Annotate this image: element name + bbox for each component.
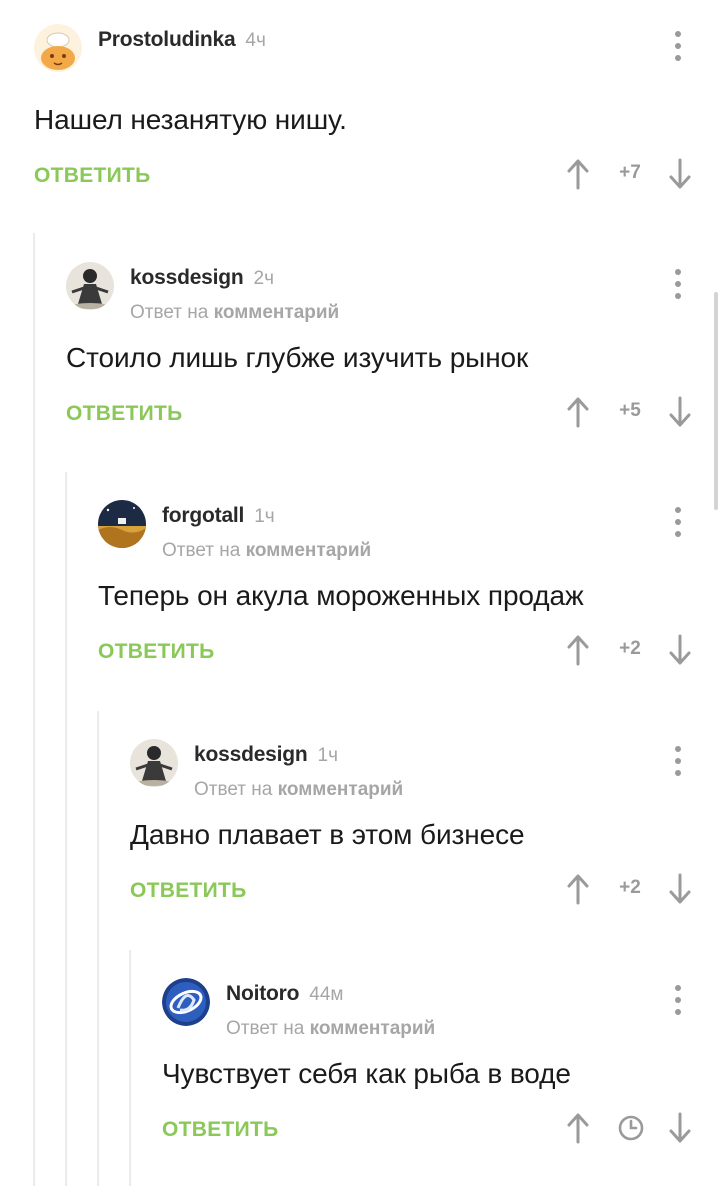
- reply-button[interactable]: ОТВЕТИТЬ: [130, 879, 247, 903]
- reply-to-info: Ответ на комментарий: [226, 1018, 436, 1039]
- thread-line-level-4: [129, 950, 131, 1186]
- comment: forgotall 1ч Ответ на комментарий Теперь …: [98, 500, 720, 680]
- author-name[interactable]: Noitoro 44м: [226, 982, 343, 1006]
- reply-button[interactable]: ОТВЕТИТЬ: [98, 640, 215, 664]
- landscape-avatar-icon: [98, 500, 146, 548]
- comment: kossdesign 1ч Ответ на комментарий Давно …: [130, 739, 720, 919]
- reply-button[interactable]: ОТВЕТИТЬ: [66, 402, 183, 426]
- upvote-arrow-icon[interactable]: [564, 1108, 592, 1148]
- vote-controls: +2: [564, 869, 694, 909]
- figure-avatar-icon: [66, 262, 114, 310]
- comment-time: 1ч: [254, 506, 275, 527]
- thread-line-level-1: [33, 233, 35, 1186]
- scrollbar[interactable]: [714, 292, 718, 510]
- vote-controls: [564, 1108, 694, 1148]
- author-name[interactable]: Prostoludinka 4ч: [98, 28, 266, 52]
- avatar[interactable]: [98, 500, 146, 548]
- comment-text: Чувствует себя как рыба в воде: [162, 1058, 571, 1089]
- more-options-icon[interactable]: [666, 743, 690, 779]
- more-options-icon[interactable]: [666, 982, 690, 1018]
- rating-score: +7: [619, 162, 641, 183]
- comment-time: 44м: [309, 984, 344, 1005]
- downvote-arrow-icon[interactable]: [666, 154, 694, 194]
- comment-text: Нашел незанятую нишу.: [34, 104, 347, 135]
- author-name[interactable]: kossdesign 1ч: [194, 743, 338, 767]
- comment: Prostoludinka 4ч Нашел незанятую нишу. ОТ…: [34, 24, 720, 204]
- reply-to-info: Ответ на комментарий: [130, 302, 340, 323]
- downvote-arrow-icon[interactable]: [666, 1108, 694, 1148]
- clock-icon: [618, 1115, 644, 1141]
- figure-avatar-icon: [130, 739, 178, 787]
- more-options-icon[interactable]: [666, 28, 690, 64]
- upvote-arrow-icon[interactable]: [564, 869, 592, 909]
- downvote-arrow-icon[interactable]: [666, 869, 694, 909]
- vote-controls: +2: [564, 630, 694, 670]
- comment-text: Давно плавает в этом бизнесе: [130, 819, 525, 850]
- comment-text: Теперь он акула мороженных продаж: [98, 580, 584, 611]
- reply-to-info: Ответ на комментарий: [194, 779, 404, 800]
- comment: kossdesign 2ч Ответ на комментарий Стоило…: [66, 262, 720, 442]
- downvote-arrow-icon[interactable]: [666, 392, 694, 432]
- comment-time: 1ч: [317, 745, 339, 766]
- more-options-icon[interactable]: [666, 266, 690, 302]
- comment-time: 2ч: [253, 268, 275, 289]
- downvote-arrow-icon[interactable]: [666, 630, 694, 670]
- upvote-arrow-icon[interactable]: [564, 392, 592, 432]
- avatar[interactable]: [130, 739, 178, 787]
- comment-text: Стоило лишь глубже изучить рынок: [66, 342, 529, 373]
- reply-to-comment-link[interactable]: комментарий: [214, 302, 340, 323]
- avatar[interactable]: [66, 262, 114, 310]
- reply-button[interactable]: ОТВЕТИТЬ: [162, 1118, 279, 1142]
- reply-to-comment-link[interactable]: комментарий: [246, 540, 372, 561]
- rating-score: +2: [619, 877, 641, 898]
- author-name[interactable]: forgotall 1ч: [162, 504, 275, 528]
- reply-button[interactable]: ОТВЕТИТЬ: [34, 164, 151, 188]
- upvote-arrow-icon[interactable]: [564, 630, 592, 670]
- rating-score: +5: [619, 400, 641, 421]
- cartoon-avatar-icon: [34, 24, 82, 72]
- comment-time: 4ч: [245, 30, 266, 51]
- vote-controls: +5: [564, 392, 694, 432]
- logo-avatar-icon: [162, 978, 210, 1026]
- rating-score: +2: [619, 638, 641, 659]
- vote-controls: +7: [564, 154, 694, 194]
- reply-to-comment-link[interactable]: комментарий: [278, 779, 404, 800]
- avatar[interactable]: [34, 24, 82, 72]
- author-name[interactable]: kossdesign 2ч: [130, 266, 274, 290]
- avatar[interactable]: [162, 978, 210, 1026]
- upvote-arrow-icon[interactable]: [564, 154, 592, 194]
- comment: Noitoro 44м Ответ на комментарий Чувствуе…: [162, 978, 720, 1158]
- thread-line-level-3: [97, 711, 99, 1186]
- reply-to-comment-link[interactable]: комментарий: [310, 1018, 436, 1039]
- reply-to-info: Ответ на комментарий: [162, 540, 372, 561]
- thread-line-level-2: [65, 472, 67, 1186]
- more-options-icon[interactable]: [666, 504, 690, 540]
